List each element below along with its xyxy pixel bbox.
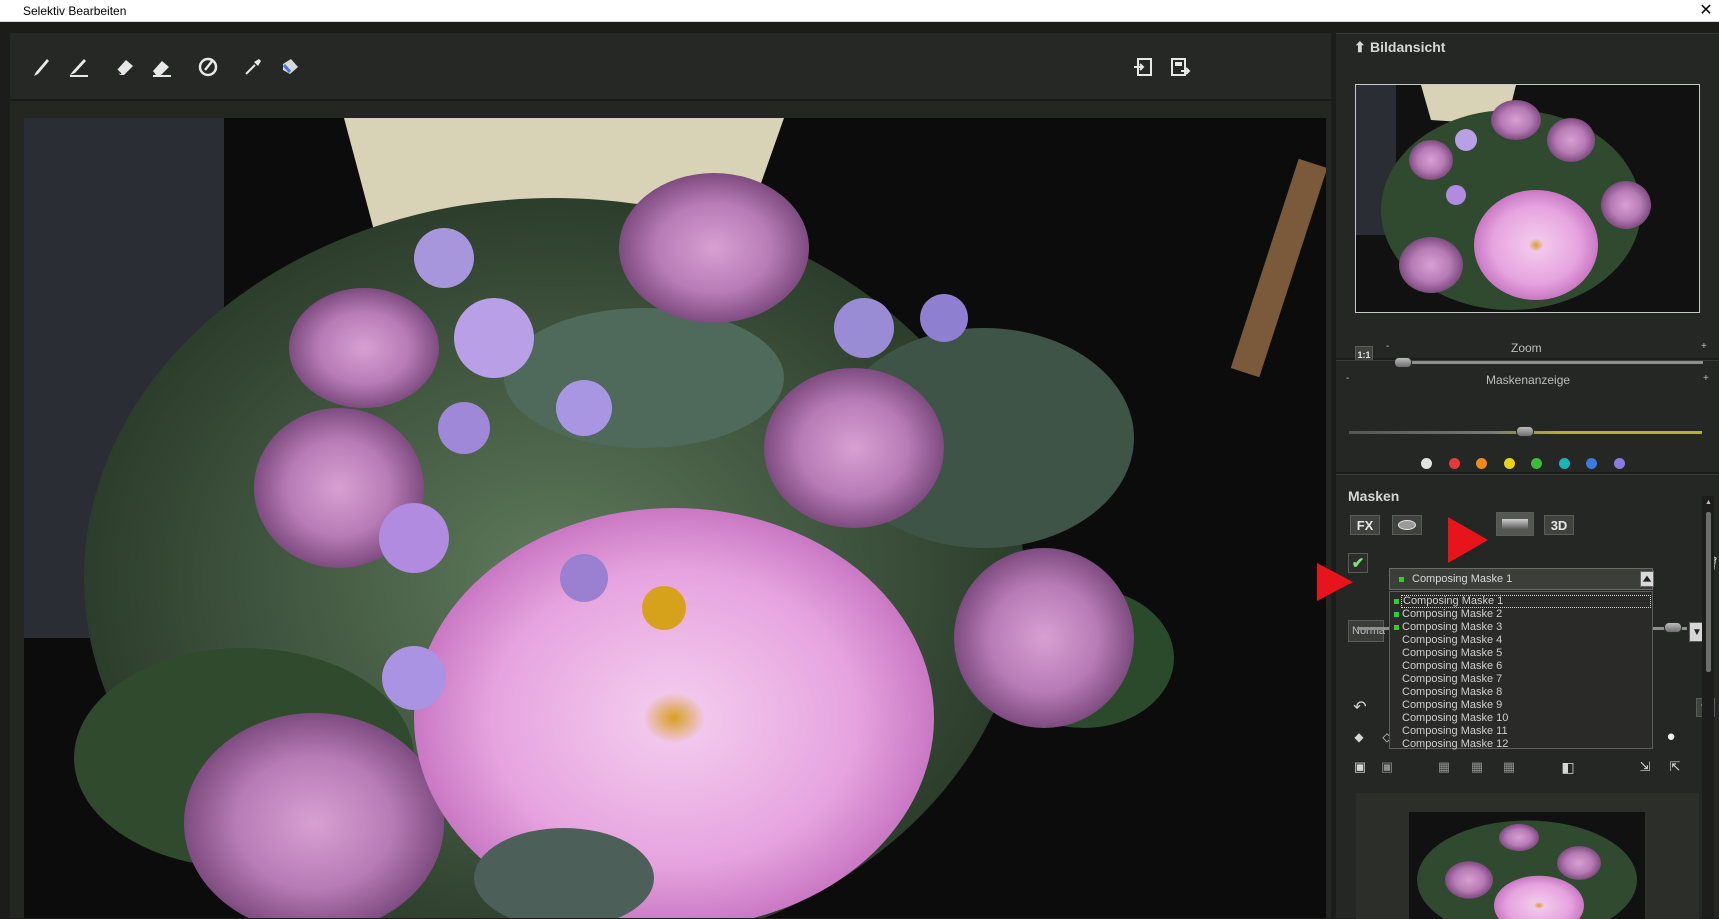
mask-color-dot[interactable]	[1421, 458, 1432, 469]
bildansicht-panel: ⬆ Bildansicht 1:1 - Zoom +	[1336, 33, 1719, 364]
mask-list-item[interactable]: Composing Maske 12	[1402, 738, 1508, 751]
expand-mask-icon[interactable]: ◆	[1350, 729, 1368, 745]
mask-select[interactable]: Composing Maske 1	[1389, 568, 1653, 590]
smart-brush-icon[interactable]	[193, 50, 223, 84]
mask-list-item[interactable]: Composing Maske 10	[1402, 712, 1508, 725]
mask-dropdown-list: Composing Maske 1 Composing Maske 2 Compos…	[1389, 591, 1653, 751]
export-icon[interactable]	[1165, 50, 1195, 84]
masken-title: Masken	[1348, 488, 1400, 504]
oval-mask-button[interactable]	[1392, 515, 1422, 535]
fill-icon[interactable]	[275, 50, 305, 84]
scroll-up-icon[interactable]: ▲	[1704, 498, 1713, 507]
mask-display-label: Maskenanzeige	[1486, 373, 1571, 387]
white-mask-icon[interactable]: ●	[1663, 728, 1679, 745]
eraser-icon[interactable]	[110, 50, 140, 84]
tool-bar	[10, 33, 1331, 101]
mask-active-indicator	[1394, 599, 1399, 604]
copy-mask-icon[interactable]: ▣	[1377, 758, 1397, 776]
mask-list-item[interactable]: Composing Maske 5	[1402, 647, 1502, 660]
zoom-slider-knob[interactable]	[1394, 357, 1412, 368]
mask-import-icon[interactable]: ⇲	[1636, 758, 1654, 776]
mask-color-dot[interactable]	[1448, 458, 1460, 469]
eraser-soft-icon[interactable]	[147, 50, 177, 84]
invert-mask-icon[interactable]: ◧	[1559, 758, 1577, 776]
mask-list-item[interactable]: Composing Maske 2	[1402, 608, 1502, 621]
gradient-mask-icon	[1502, 519, 1528, 529]
mask-color-dot[interactable]	[1558, 458, 1570, 469]
gradient-mask-button[interactable]	[1496, 512, 1534, 536]
mask-list-item[interactable]: Composing Maske 6	[1402, 660, 1502, 673]
flower-photo	[24, 118, 1326, 918]
undo-icon[interactable]: ↶	[1350, 697, 1370, 717]
mask-display-slider-knob[interactable]	[1516, 426, 1534, 437]
3d-button[interactable]: 3D	[1544, 515, 1574, 535]
import-icon[interactable]	[1128, 50, 1158, 84]
panel-scrollbar-thumb[interactable]	[1706, 512, 1711, 672]
mask-display-plus: +	[1703, 373, 1709, 384]
image-canvas[interactable]	[24, 118, 1326, 918]
mask-color-dot[interactable]	[1586, 458, 1597, 469]
mask-list-item[interactable]: Composing Maske 11	[1402, 725, 1508, 738]
red-arrow-annotation	[1317, 563, 1353, 601]
mask-color-dot[interactable]	[1476, 458, 1487, 469]
mask-color-dot[interactable]	[1503, 458, 1515, 469]
mask-active-indicator	[1399, 577, 1404, 582]
zoom-label: Zoom	[1511, 341, 1542, 355]
mask-list-item[interactable]: Composing Maske 7	[1402, 673, 1502, 686]
bildansicht-arrow-icon[interactable]: ⬆	[1354, 39, 1366, 56]
mask-select-value: Composing Maske 1	[1412, 573, 1513, 585]
mask-list-item[interactable]: Composing Maske 8	[1402, 686, 1502, 699]
mask-color-dot[interactable]	[1531, 458, 1542, 469]
mask-display-minus: -	[1346, 373, 1350, 384]
mask-opacity-slider-knob[interactable]	[1664, 622, 1682, 633]
mask-list-item[interactable]: Composing Maske 3	[1402, 621, 1502, 634]
side-panel: ⬆ Bildansicht 1:1 - Zoom + - Maskenanzei…	[1336, 33, 1719, 919]
maskenanzeige-panel: - Maskenanzeige +	[1336, 360, 1719, 472]
blend-mode-select[interactable]: Norma	[1348, 620, 1385, 642]
zoom-slider[interactable]	[1401, 361, 1703, 364]
oval-mask-icon	[1398, 520, 1416, 530]
pipette-icon[interactable]	[238, 50, 268, 84]
zoom-minus-label: -	[1386, 341, 1390, 352]
mask-select-arrow-icon[interactable]	[1640, 571, 1654, 587]
mask-active-indicator	[1394, 625, 1399, 630]
mask-color-dot[interactable]	[1613, 458, 1625, 469]
navigator-thumbnail[interactable]	[1355, 84, 1700, 313]
mask-tool-1-icon[interactable]: ▦	[1433, 758, 1455, 776]
mask-list-item[interactable]: Composing Maske 4	[1402, 634, 1502, 647]
window-title: Selektiv Bearbeiten	[23, 4, 127, 18]
brush-plus-icon[interactable]	[64, 50, 94, 84]
mask-list-item[interactable]: Composing Maske 1	[1401, 595, 1651, 608]
fx-button[interactable]: FX	[1350, 515, 1380, 535]
mask-tool-3-icon[interactable]: ▦	[1498, 758, 1520, 776]
mask-active-indicator	[1394, 612, 1399, 617]
title-bar: Selektiv Bearbeiten ✕	[0, 0, 1719, 22]
bildansicht-title: Bildansicht	[1370, 39, 1446, 55]
editor-area	[10, 33, 1331, 918]
close-icon[interactable]: ✕	[1697, 0, 1715, 22]
new-mask-icon[interactable]: ▣	[1350, 758, 1370, 776]
mask-preview-area	[1356, 793, 1699, 919]
mask-preview-thumbnail	[1409, 812, 1645, 919]
red-arrow-annotation	[1448, 517, 1488, 563]
mask-list-item[interactable]: Composing Maske 9	[1402, 699, 1502, 712]
zoom-plus-label: +	[1701, 341, 1707, 352]
mask-export-icon[interactable]: ⇱	[1666, 758, 1684, 776]
mask-tool-2-icon[interactable]: ▦	[1466, 758, 1488, 776]
brush-icon[interactable]	[27, 50, 57, 84]
